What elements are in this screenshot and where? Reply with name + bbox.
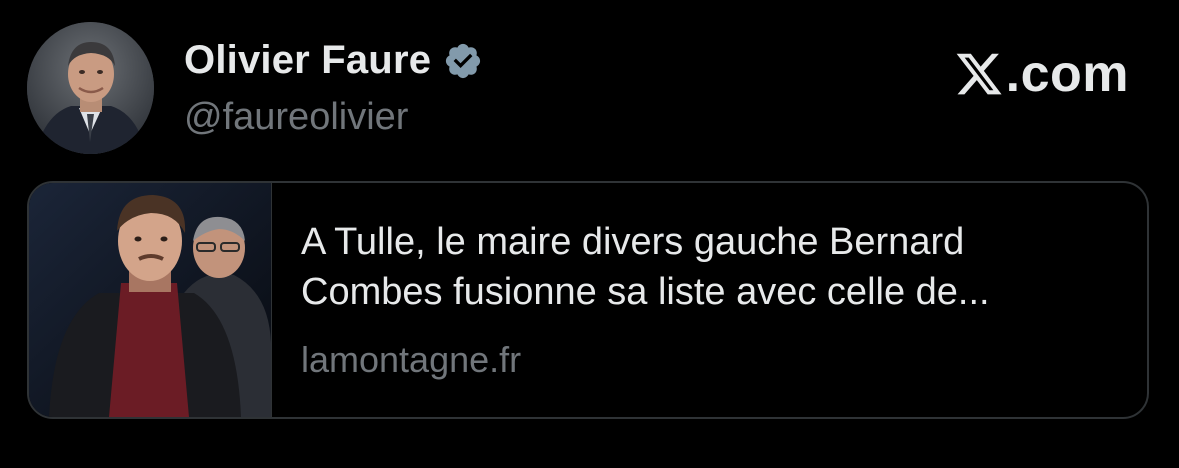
link-domain: lamontagne.fr	[301, 339, 522, 380]
verified-badge-icon	[446, 43, 481, 78]
link-preview-card[interactable]: A Tulle, le maire divers gauche Bernard …	[27, 181, 1149, 419]
author-avatar[interactable]	[27, 22, 154, 154]
x-logo-icon	[956, 53, 1002, 95]
author-handle[interactable]: @faureolivier	[184, 96, 408, 139]
brand-mark: .com	[954, 44, 1129, 104]
link-title[interactable]: A Tulle, le maire divers gauche Bernard …	[301, 217, 1121, 317]
link-title-line-1: A Tulle, le maire divers gauche Bernard	[301, 221, 965, 263]
tweet-embed: Olivier Faure @faureolivier .com A Tulle…	[0, 0, 1179, 468]
author-display-name[interactable]: Olivier Faure	[184, 38, 431, 83]
avatar-photo	[27, 22, 154, 154]
author-name-row: Olivier Faure	[184, 38, 483, 83]
link-text: A Tulle, le maire divers gauche Bernard …	[301, 217, 1121, 381]
brand-label: .com	[1005, 45, 1129, 103]
link-thumbnail	[29, 183, 272, 417]
news-photo	[29, 183, 271, 417]
link-title-line-2: Combes fusionne sa liste avec celle de..…	[301, 271, 990, 313]
